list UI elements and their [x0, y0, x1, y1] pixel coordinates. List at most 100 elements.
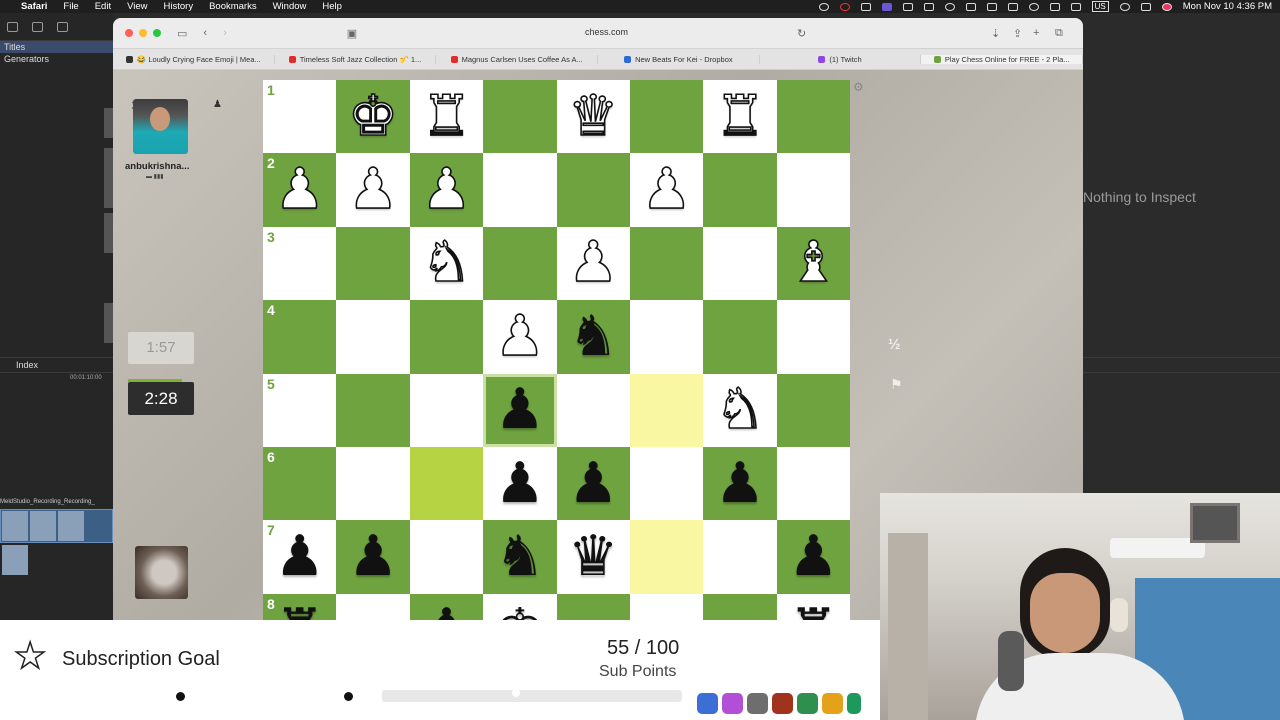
- browser-thumbnail[interactable]: [104, 303, 113, 343]
- black-pawn-icon[interactable]: ♟: [568, 455, 618, 512]
- index-tab[interactable]: Index: [0, 357, 113, 373]
- close-window-button[interactable]: [125, 29, 133, 37]
- opponent-username[interactable]: anbukrishna...: [125, 161, 189, 172]
- board-square[interactable]: ♟: [336, 153, 410, 227]
- board-square[interactable]: ♜: [409, 80, 484, 154]
- control-center-icon[interactable]: [1140, 2, 1151, 11]
- timeline-clip[interactable]: [0, 509, 113, 575]
- sidebar-item-titles[interactable]: Titles: [0, 41, 113, 53]
- black-knight-icon[interactable]: ♞: [568, 308, 618, 365]
- board-square[interactable]: [703, 300, 777, 374]
- white-pawn-icon[interactable]: ♟: [567, 234, 619, 292]
- board-square[interactable]: ♞: [409, 226, 484, 301]
- board-square[interactable]: [703, 226, 777, 301]
- white-rook-icon[interactable]: ♜: [714, 87, 766, 145]
- black-pawn-icon[interactable]: ♟: [275, 528, 325, 585]
- minimize-window-button[interactable]: [139, 29, 147, 37]
- zoom-window-button[interactable]: [153, 29, 161, 37]
- play-status-icon[interactable]: [1028, 2, 1039, 11]
- board-square[interactable]: ♛: [556, 80, 630, 154]
- board-square[interactable]: [776, 373, 850, 447]
- library-icon[interactable]: [7, 21, 18, 32]
- board-square[interactable]: ♞: [556, 300, 630, 374]
- forward-arrow-icon[interactable]: ›: [223, 27, 227, 39]
- board-square[interactable]: 3: [263, 226, 337, 301]
- siri-icon[interactable]: [1161, 2, 1172, 11]
- offer-draw-button[interactable]: ½: [888, 336, 901, 353]
- white-knight-icon[interactable]: ♞: [421, 234, 473, 292]
- sync-status-icon[interactable]: [944, 2, 955, 11]
- board-square[interactable]: ♞: [483, 520, 557, 594]
- black-pawn-icon[interactable]: ♟: [495, 455, 545, 512]
- sidebar-item-generators[interactable]: Generators: [0, 53, 113, 65]
- chess-board[interactable]: 1♚♜♛♜2♟♟♟♟3♞♟♝4♟♞5♟♞6♟♟♟7♟♟♞♛♟8♜♟♚b♜a: [263, 80, 850, 667]
- black-pawn-icon[interactable]: ♟: [788, 528, 838, 585]
- dock-app-icon[interactable]: [797, 693, 818, 714]
- white-bishop-icon[interactable]: ♝: [787, 234, 839, 292]
- white-knight-icon[interactable]: ♞: [714, 381, 766, 439]
- clock-datetime[interactable]: Mon Nov 10 4:36 PM: [1183, 1, 1272, 12]
- app-menu[interactable]: Safari: [21, 1, 47, 12]
- white-pawn-icon[interactable]: ♟: [274, 161, 326, 219]
- dock-app-icon[interactable]: [747, 693, 768, 714]
- black-pawn-icon[interactable]: ♟: [348, 528, 398, 585]
- dock-app-icon[interactable]: [822, 693, 843, 714]
- tab-overview-icon[interactable]: ▣: [347, 27, 357, 40]
- board-square[interactable]: ♟: [776, 520, 850, 594]
- board-square[interactable]: ♟: [703, 446, 777, 521]
- board-square[interactable]: [483, 226, 557, 301]
- menu-file[interactable]: File: [63, 1, 78, 12]
- new-tab-icon[interactable]: +: [1033, 27, 1039, 39]
- dock-app-icon[interactable]: [697, 693, 718, 714]
- menu-help[interactable]: Help: [322, 1, 342, 12]
- spotlight-icon[interactable]: [1119, 2, 1130, 11]
- battery-icon[interactable]: [1049, 2, 1060, 11]
- board-square[interactable]: ♟: [483, 373, 557, 447]
- dock-app-icon[interactable]: [772, 693, 793, 714]
- board-square[interactable]: [409, 373, 484, 447]
- white-queen-icon[interactable]: ♛: [567, 87, 619, 145]
- board-square[interactable]: [776, 446, 850, 521]
- tab-chess[interactable]: Play Chess Online for FREE - 2 Pla...: [921, 54, 1083, 64]
- white-pawn-icon[interactable]: ♟: [347, 161, 399, 219]
- menu-bookmarks[interactable]: Bookmarks: [209, 1, 257, 12]
- board-square[interactable]: ♝: [776, 226, 850, 301]
- gear-icon[interactable]: ⚙: [853, 80, 864, 94]
- board-square[interactable]: ♚: [336, 80, 410, 154]
- record-status-icon[interactable]: [839, 2, 850, 11]
- resign-flag-icon[interactable]: ⚑: [890, 376, 903, 393]
- input-source-indicator[interactable]: US: [1091, 1, 1109, 12]
- tab-jazz[interactable]: Timeless Soft Jazz Collection 🎷 1...: [275, 54, 437, 64]
- board-square[interactable]: [483, 80, 557, 154]
- board-square[interactable]: ♟: [483, 300, 557, 374]
- tab-emoji[interactable]: 😂 Loudly Crying Face Emoji | Mea...: [113, 54, 275, 64]
- menu-edit[interactable]: Edit: [95, 1, 111, 12]
- board-square[interactable]: [336, 226, 410, 301]
- black-queen-icon[interactable]: ♛: [568, 528, 618, 585]
- board-square[interactable]: 7 ♟: [263, 520, 337, 594]
- player-avatar[interactable]: [135, 546, 188, 599]
- bluetooth-icon[interactable]: [986, 2, 997, 11]
- grid-status-icon[interactable]: [860, 2, 871, 11]
- tab-magnus[interactable]: Magnus Carlsen Uses Coffee As A...: [436, 54, 599, 64]
- board-square[interactable]: [776, 153, 850, 227]
- board-square[interactable]: [336, 300, 410, 374]
- board-square[interactable]: [629, 373, 704, 447]
- board-square[interactable]: 1: [263, 80, 337, 154]
- dock-app-icon[interactable]: [847, 693, 861, 714]
- screen-status-icon[interactable]: [881, 2, 892, 11]
- black-pawn-icon[interactable]: ♟: [715, 455, 765, 512]
- share-icon[interactable]: ⇪: [1013, 27, 1022, 40]
- media-icon[interactable]: [32, 21, 43, 32]
- black-knight-icon[interactable]: ♞: [495, 528, 545, 585]
- board-square[interactable]: ♜: [703, 80, 777, 154]
- tab-dropbox[interactable]: New Beats For Kei - Dropbox: [598, 54, 760, 64]
- app-status-icon[interactable]: [923, 2, 934, 11]
- board-square[interactable]: [703, 520, 777, 594]
- white-rook-icon[interactable]: ♜: [421, 87, 473, 145]
- brightness-icon[interactable]: [1007, 2, 1018, 11]
- board-square[interactable]: 2 ♟: [263, 153, 337, 227]
- board-square[interactable]: [336, 446, 410, 521]
- white-pawn-icon[interactable]: ♟: [641, 161, 693, 219]
- board-square[interactable]: ♟: [629, 153, 704, 227]
